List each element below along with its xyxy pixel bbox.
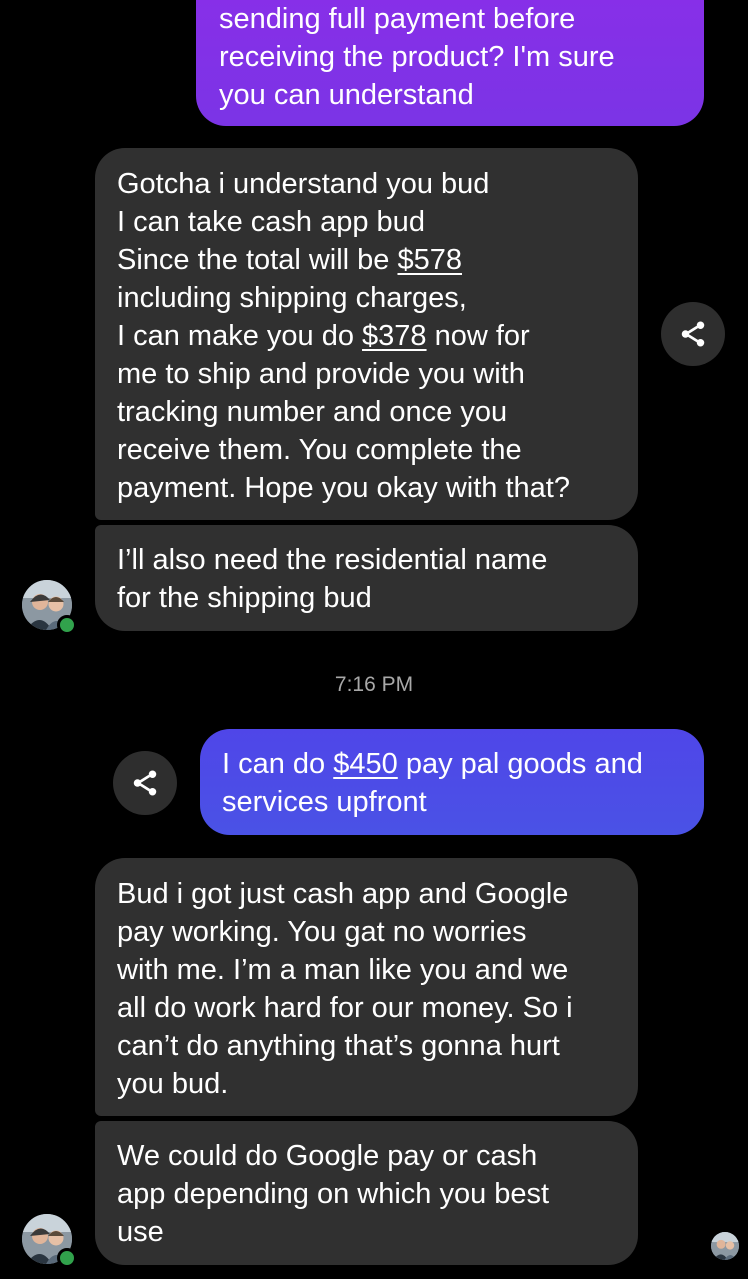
- message-text: all do work hard for our money. So i: [117, 992, 573, 1024]
- message-text: receiving the product? I'm sure: [219, 41, 615, 73]
- amount-link[interactable]: $450: [333, 748, 398, 780]
- share-button[interactable]: [661, 302, 725, 366]
- outgoing-message-bubble[interactable]: sending full payment before receiving th…: [196, 0, 704, 126]
- message-text: with me. I’m a man like you and we: [117, 954, 569, 986]
- share-icon: [681, 321, 705, 347]
- incoming-message-bubble[interactable]: We could do Google pay or cash app depen…: [95, 1121, 638, 1265]
- message-text: I’ll also need the residential name: [117, 544, 548, 576]
- message-text: I can make you do $378 now for: [117, 320, 530, 352]
- message-text: for the shipping bud: [117, 582, 372, 614]
- message-text: Bud i got just cash app and Google: [117, 878, 569, 910]
- online-status-indicator: [57, 1248, 77, 1268]
- share-button[interactable]: [113, 751, 177, 815]
- incoming-message-bubble[interactable]: Bud i got just cash app and Google pay w…: [95, 858, 638, 1116]
- message-text: Gotcha i understand you bud: [117, 168, 490, 200]
- outgoing-message-bubble[interactable]: I can do $450 pay pal goods and services…: [200, 729, 704, 835]
- message-text: you can understand: [219, 79, 474, 111]
- message-text: sending full payment before: [219, 3, 576, 35]
- message-text: app depending on which you best: [117, 1178, 550, 1210]
- share-icon: [133, 770, 157, 796]
- message-text: services upfront: [222, 786, 427, 818]
- message-text: payment. Hope you okay with that?: [117, 472, 570, 504]
- message-text: Since the total will be $578: [117, 244, 462, 276]
- message-text: We could do Google pay or cash: [117, 1140, 538, 1172]
- message-text: tracking number and once you: [117, 396, 508, 428]
- amount-link[interactable]: $578: [397, 244, 462, 276]
- message-text: can’t do anything that’s gonna hurt: [117, 1030, 560, 1062]
- message-text: I can take cash app bud: [117, 206, 425, 238]
- amount-link[interactable]: $378: [362, 320, 427, 352]
- message-text: me to ship and provide you with: [117, 358, 525, 390]
- incoming-message-bubble[interactable]: Gotcha i understand you bud I can take c…: [95, 148, 638, 520]
- message-text: pay working. You gat no worries: [117, 916, 527, 948]
- message-text: receive them. You complete the: [117, 434, 522, 466]
- incoming-message-bubble[interactable]: I’ll also need the residential name for …: [95, 525, 638, 631]
- message-timestamp: 7:16 PM: [334, 673, 414, 696]
- message-text: I can do $450 pay pal goods and: [222, 748, 643, 780]
- online-status-indicator: [57, 615, 77, 635]
- read-receipt-avatar: [711, 1232, 739, 1260]
- message-text: you bud.: [117, 1068, 229, 1100]
- message-text: use: [117, 1216, 164, 1248]
- message-text: including shipping charges,: [117, 282, 467, 314]
